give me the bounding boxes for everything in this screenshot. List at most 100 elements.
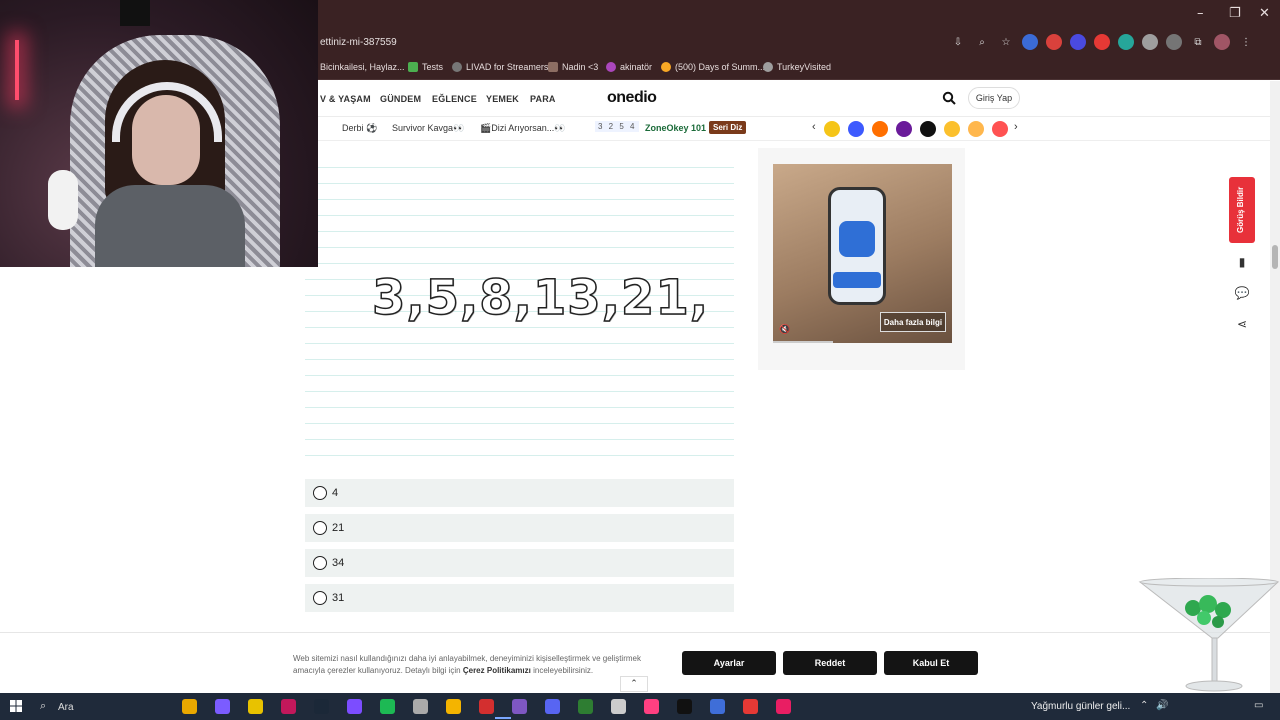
bookmark-item[interactable]: Bicinkailesi, Haylaz... (320, 62, 405, 72)
close-window-button[interactable]: ✕ (1259, 6, 1270, 21)
bookmark-item[interactable]: TurkeyVisited (763, 62, 831, 72)
search-icon[interactable] (942, 91, 956, 105)
notification-icon[interactable]: ▭ (1254, 700, 1263, 711)
minimize-button[interactable]: – (1197, 6, 1204, 21)
answer-option[interactable]: 21 (305, 514, 734, 542)
sticker-icon[interactable] (968, 121, 984, 137)
answer-label: 21 (332, 522, 345, 534)
share-icon[interactable]: ⋖ (1235, 317, 1249, 331)
nav-item[interactable]: EĞLENCE (432, 94, 477, 104)
sticker-icon[interactable] (944, 121, 960, 137)
taskbar-app-icon[interactable] (347, 699, 362, 714)
extension-icon[interactable] (1166, 34, 1182, 50)
taskbar-app-icon[interactable] (314, 699, 329, 714)
nav-item[interactable]: GÜNDEM (380, 94, 421, 104)
taskbar-app-icon[interactable] (611, 699, 626, 714)
taskbar-app-icon[interactable] (512, 699, 527, 714)
shield-icon[interactable] (1142, 34, 1158, 50)
radio-button[interactable] (313, 556, 327, 570)
menu-icon[interactable]: ⋮ (1238, 34, 1254, 50)
volume-icon[interactable]: 🔊 (1156, 700, 1168, 711)
radio-button[interactable] (313, 591, 327, 605)
sticker-icon[interactable] (824, 121, 840, 137)
bookmark-item[interactable]: LIVAD for Streamers (452, 62, 548, 72)
taskbar-app-icon[interactable] (578, 699, 593, 714)
taskbar-app-icon[interactable] (677, 699, 692, 714)
chevron-left-icon[interactable]: ‹ (812, 121, 816, 133)
cookie-settings-button[interactable]: Ayarlar (682, 651, 776, 675)
weather-widget[interactable]: Yağmurlu günler geli... (1031, 701, 1130, 712)
taskbar-app-icon[interactable] (413, 699, 428, 714)
bookmark-icon[interactable]: ▮ (1235, 255, 1249, 269)
mute-icon[interactable]: 🔇 (779, 325, 790, 335)
taskbar-app-icon[interactable] (743, 699, 758, 714)
extension-icon[interactable] (1070, 34, 1086, 50)
taskbar-search[interactable]: Ara (58, 702, 74, 713)
taskbar-app-icon[interactable] (446, 699, 461, 714)
taskbar-app-icon[interactable] (710, 699, 725, 714)
install-icon[interactable]: ⇩ (950, 34, 966, 50)
more-info-button[interactable]: Daha fazla bilgi (880, 312, 946, 332)
windows-start-icon[interactable] (10, 700, 22, 712)
taskbar-app-icon[interactable] (281, 699, 296, 714)
taskbar-app-icon[interactable] (248, 699, 263, 714)
bookmark-item[interactable]: (500) Days of Summ... (661, 62, 765, 72)
taskbar-app-icon[interactable] (182, 699, 197, 714)
site-logo[interactable]: onedio (607, 89, 657, 107)
zoneokey-link[interactable]: ZoneOkey 101 (645, 123, 706, 133)
cookie-accept-button[interactable]: Kabul Et (884, 651, 978, 675)
extension-icon[interactable] (1046, 34, 1062, 50)
extension-icon[interactable] (1094, 34, 1110, 50)
cookie-reject-button[interactable]: Reddet (783, 651, 877, 675)
bookmark-icon (452, 62, 462, 72)
subnav-item[interactable]: 🎬Dizi Arıyorsan...👀 (480, 123, 565, 134)
nav-item[interactable]: V & YAŞAM (320, 94, 371, 104)
sticker-icon[interactable] (896, 121, 912, 137)
globe-icon (763, 62, 773, 72)
scrollbar-thumb[interactable] (1272, 245, 1278, 269)
bookmark-item[interactable]: akinatör (606, 62, 652, 72)
heart-eyes-icon[interactable] (992, 121, 1008, 137)
answer-option[interactable]: 31 (305, 584, 734, 612)
profile-avatar[interactable] (1214, 34, 1230, 50)
search-icon[interactable]: ⌕ (40, 699, 46, 713)
bookmark-item[interactable]: Nadin <3 (548, 62, 598, 72)
zoom-icon[interactable]: ⌕ (974, 34, 990, 50)
url-text[interactable]: ettiniz-mi-387559 (320, 37, 397, 48)
taskbar-app-icon[interactable] (545, 699, 560, 714)
login-button[interactable]: Giriş Yap (968, 87, 1020, 109)
chevron-up-icon[interactable]: ⌃ (1140, 700, 1148, 711)
neon-light (15, 40, 19, 100)
zoneokey-logo[interactable]: 3 2 5 4 (595, 121, 640, 132)
sticker-icon[interactable] (872, 121, 888, 137)
nav-item[interactable]: PARA (530, 94, 556, 104)
taskbar-app-icon[interactable] (380, 699, 395, 714)
cookie-policy-link[interactable]: Çerez Politikamızı (463, 666, 531, 675)
sticker-icon[interactable] (848, 121, 864, 137)
answer-option[interactable]: 34 (305, 549, 734, 577)
subnav-item[interactable]: Derbi ⚽ (342, 123, 377, 134)
seri-diz-link[interactable]: Seri Diz (709, 121, 747, 134)
bookmark-star-icon[interactable]: ☆ (998, 34, 1014, 50)
radio-button[interactable] (313, 521, 327, 535)
chevron-right-icon[interactable]: › (1014, 121, 1018, 133)
restore-button[interactable]: ❐ (1229, 6, 1241, 21)
comment-icon[interactable]: 💬 (1235, 286, 1250, 300)
answer-label: 4 (332, 487, 339, 499)
bookmark-item[interactable]: Tests (408, 62, 443, 72)
taskbar-app-icon[interactable] (644, 699, 659, 714)
feedback-label: Görüş Bildir (1236, 186, 1245, 234)
taskbar-app-icon[interactable] (479, 699, 494, 714)
radio-button[interactable] (313, 486, 327, 500)
sticker-icon[interactable] (920, 121, 936, 137)
taskbar-app-icon[interactable] (776, 699, 791, 714)
extension-icon[interactable] (1022, 34, 1038, 50)
bookmark-icon (661, 62, 671, 72)
extension-icon[interactable] (1118, 34, 1134, 50)
chevron-up-icon[interactable]: ⌃ (620, 676, 648, 692)
nav-item[interactable]: YEMEK (486, 94, 519, 104)
puzzle-icon[interactable]: ⧉ (1190, 34, 1206, 50)
subnav-item[interactable]: Survivor Kavga👀 (392, 123, 464, 134)
answer-option[interactable]: 4 (305, 479, 734, 507)
taskbar-app-icon[interactable] (215, 699, 230, 714)
